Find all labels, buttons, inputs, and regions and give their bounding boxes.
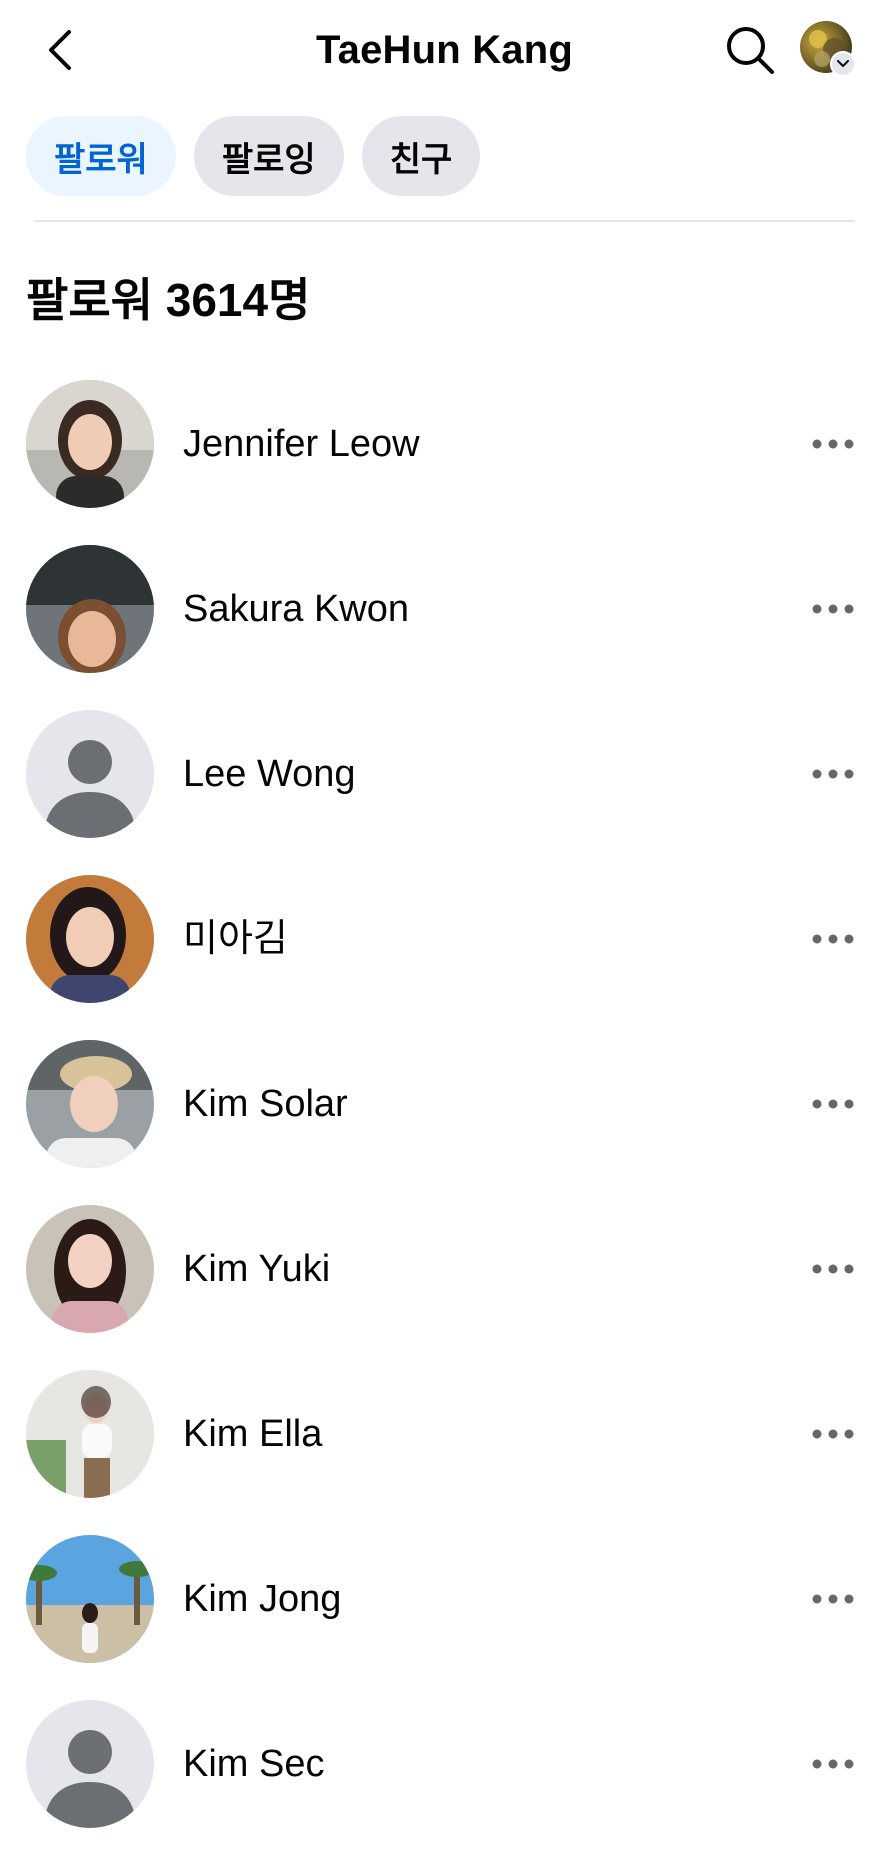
section-title: 팔로워 3614명	[26, 274, 311, 326]
more-options-button[interactable]	[806, 1410, 860, 1458]
more-icon	[812, 1429, 854, 1439]
more-options-button[interactable]	[806, 585, 860, 633]
list-item[interactable]: Sakura Kwon	[0, 545, 889, 710]
follower-name[interactable]: Sakura Kwon	[183, 585, 409, 633]
default-avatar[interactable]	[26, 1700, 154, 1828]
search-button[interactable]	[720, 20, 780, 80]
more-options-button[interactable]	[806, 1080, 860, 1128]
more-icon	[812, 1264, 854, 1274]
list-item[interactable]: Jennifer Leow	[0, 380, 889, 545]
more-options-button[interactable]	[806, 750, 860, 798]
list-item[interactable]: Kim Ella	[0, 1370, 889, 1535]
more-icon	[812, 1099, 854, 1109]
avatar[interactable]	[26, 1040, 154, 1168]
avatar[interactable]	[26, 1370, 154, 1498]
follower-name[interactable]: Jennifer Leow	[183, 420, 420, 468]
more-options-button[interactable]	[806, 420, 860, 468]
more-options-button[interactable]	[806, 915, 860, 963]
list-item[interactable]: Lee Wong	[0, 710, 889, 875]
more-options-button[interactable]	[806, 1575, 860, 1623]
top-bar: TaeHun Kang	[0, 0, 889, 100]
follower-name[interactable]: Kim Solar	[183, 1080, 348, 1128]
follower-list: Jennifer Leow Sakura Kwon Lee Wong 미아김 K…	[0, 380, 889, 1865]
list-item[interactable]: 미아김	[0, 875, 889, 1040]
tab-followers[interactable]: 팔로워	[26, 116, 176, 196]
follower-name[interactable]: Kim Sec	[183, 1740, 324, 1788]
more-icon	[812, 439, 854, 449]
more-options-button[interactable]	[806, 1245, 860, 1293]
tab-bar: 팔로워 팔로잉 친구	[26, 116, 481, 196]
tab-friends[interactable]: 친구	[361, 116, 481, 196]
more-icon	[812, 604, 854, 614]
avatar[interactable]	[26, 380, 154, 508]
profile-menu-button[interactable]	[800, 21, 856, 77]
more-options-button[interactable]	[806, 1740, 860, 1788]
more-icon	[812, 769, 854, 779]
avatar[interactable]	[26, 875, 154, 1003]
follower-name[interactable]: Kim Jong	[183, 1575, 341, 1623]
tab-following[interactable]: 팔로잉	[193, 116, 344, 196]
avatar[interactable]	[26, 1205, 154, 1333]
follower-name[interactable]: Lee Wong	[183, 750, 356, 798]
more-icon	[812, 934, 854, 944]
list-item[interactable]: Kim Yuki	[0, 1205, 889, 1370]
more-icon	[812, 1759, 854, 1769]
search-icon	[727, 27, 774, 74]
list-item[interactable]: Kim Jong	[0, 1535, 889, 1700]
chevron-down-icon	[830, 51, 856, 77]
avatar[interactable]	[26, 545, 154, 673]
list-item[interactable]: Kim Solar	[0, 1040, 889, 1205]
follower-name[interactable]: Kim Yuki	[183, 1245, 330, 1293]
list-item[interactable]: Kim Sec	[0, 1700, 889, 1865]
more-icon	[812, 1594, 854, 1604]
divider	[34, 220, 855, 222]
default-avatar[interactable]	[26, 710, 154, 838]
follower-name[interactable]: 미아김	[183, 915, 288, 963]
avatar[interactable]	[26, 1535, 154, 1663]
follower-name[interactable]: Kim Ella	[183, 1410, 322, 1458]
